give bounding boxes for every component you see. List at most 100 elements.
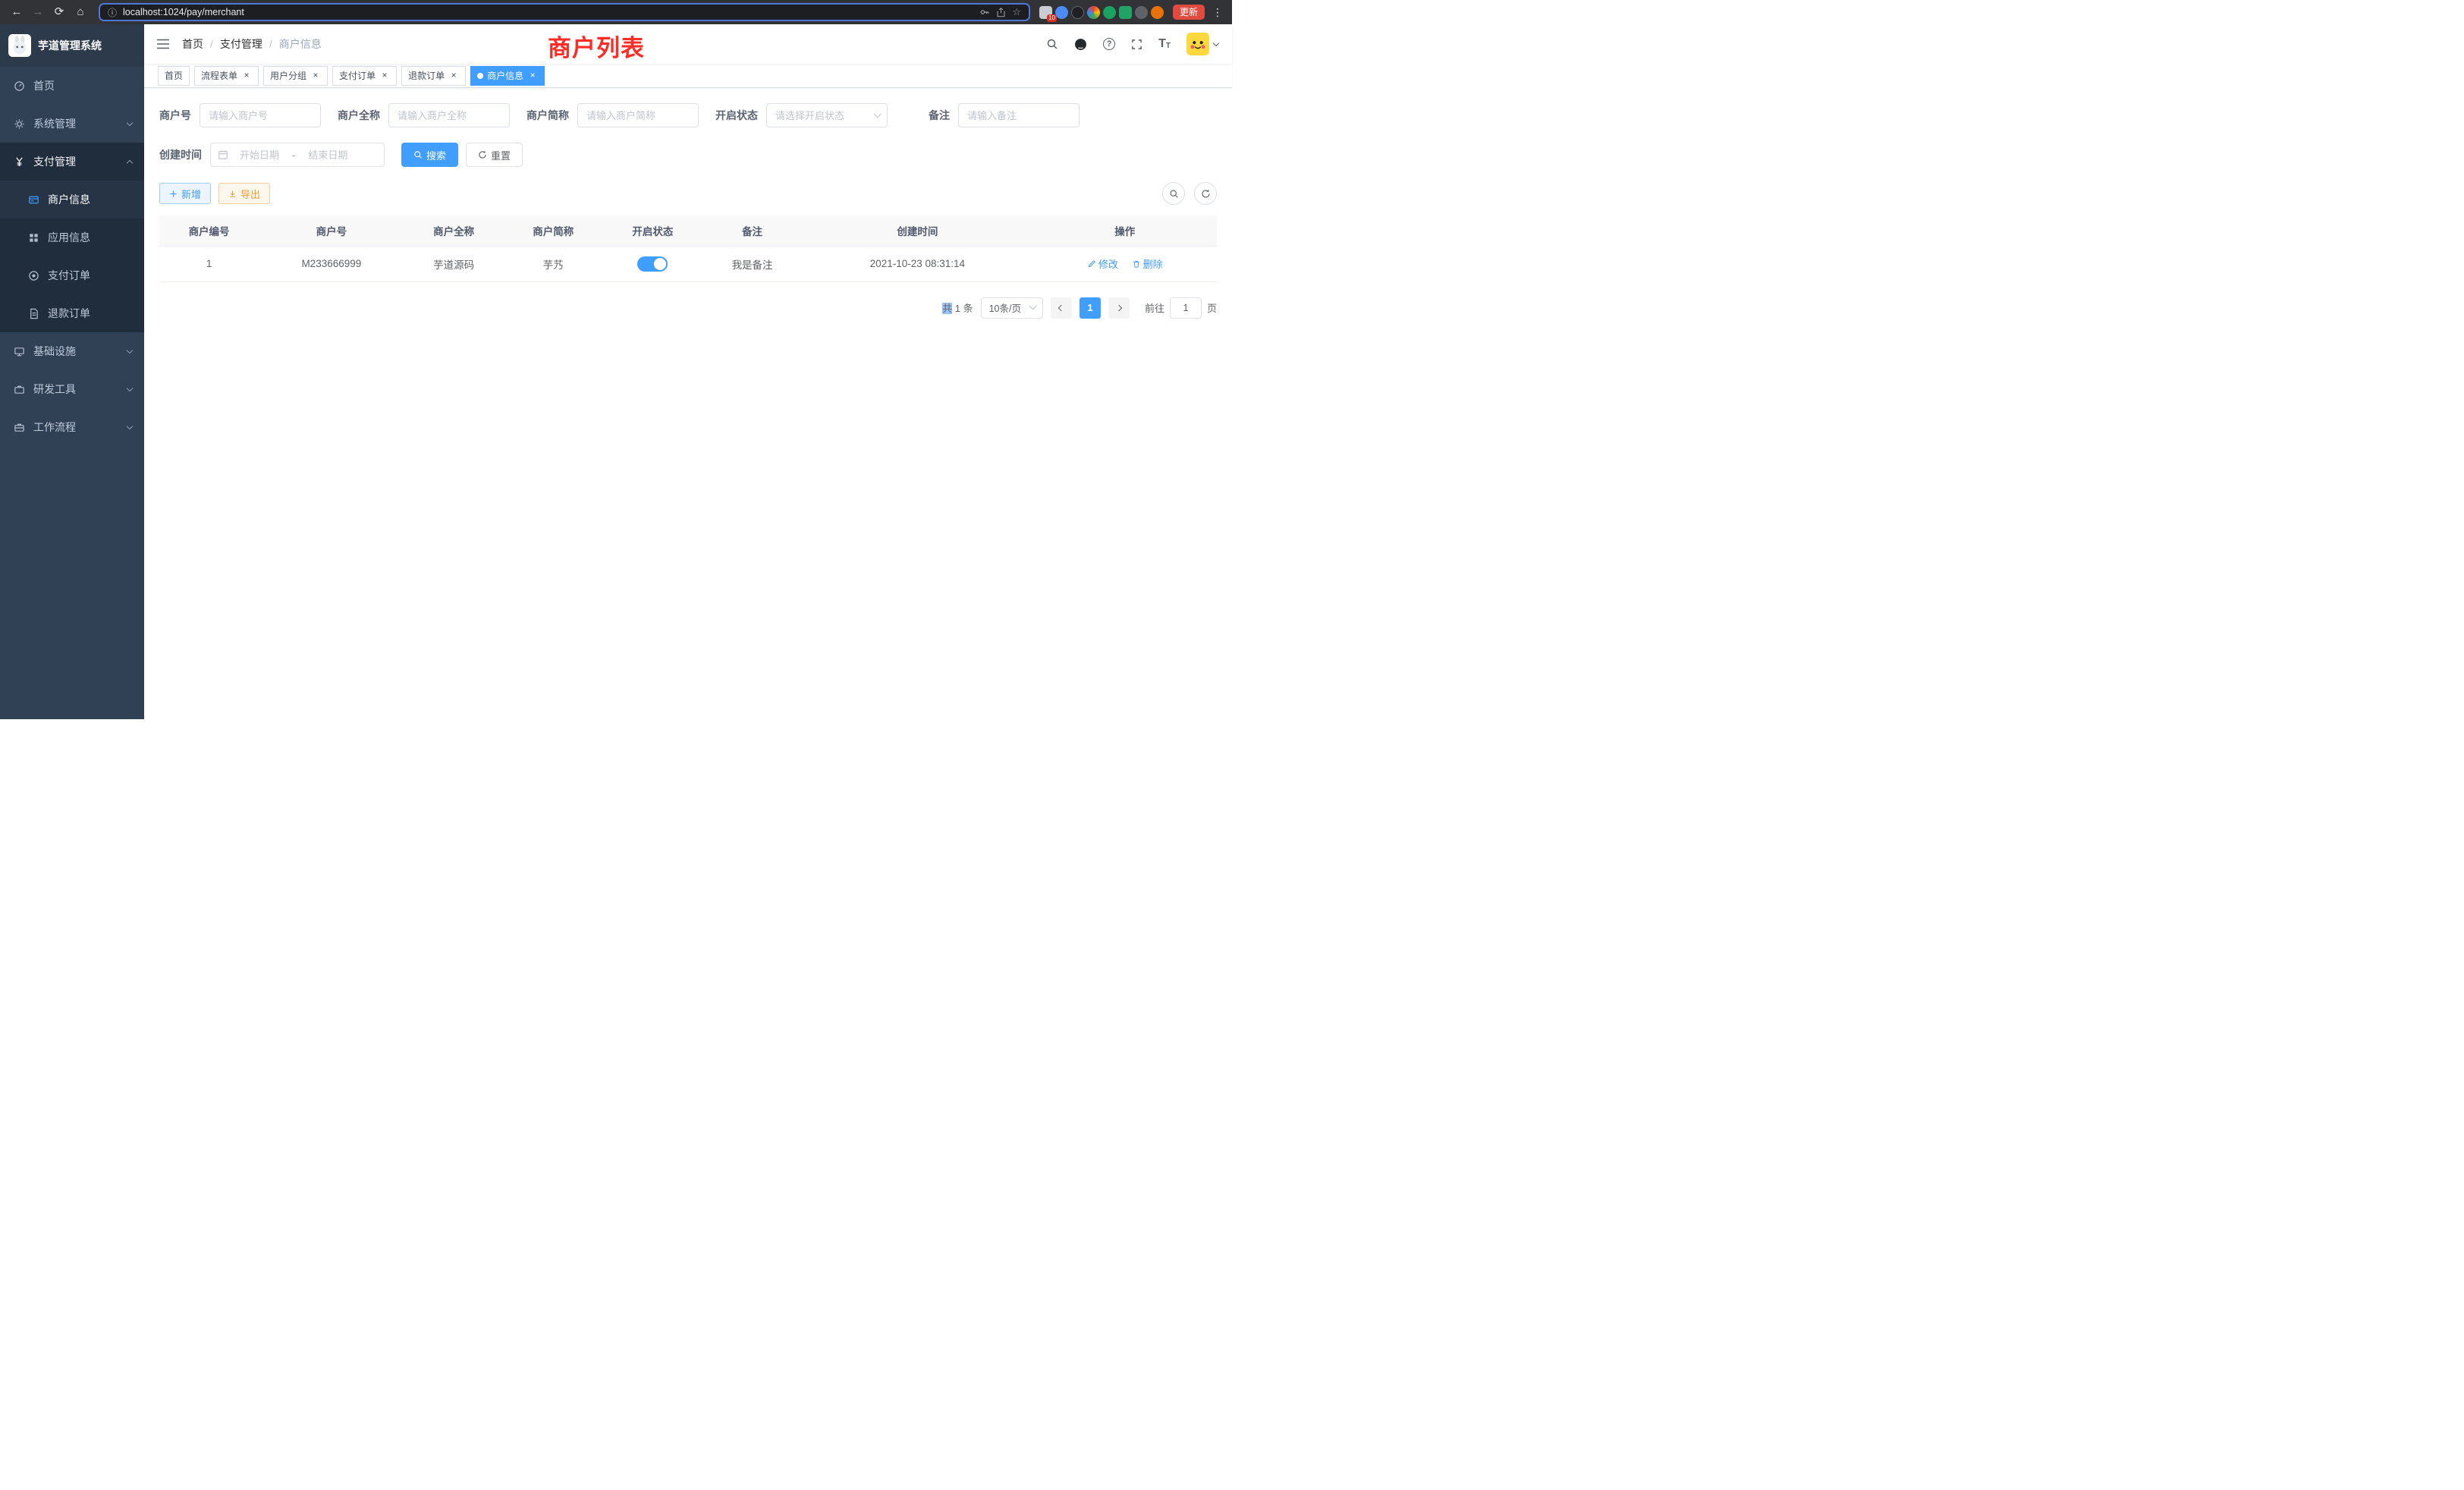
back-icon[interactable]: ← [8,3,26,21]
sidebar-item-workflow[interactable]: 工作流程 [0,408,144,446]
delete-link[interactable]: 删除 [1132,256,1163,271]
site-info-icon[interactable]: ⓘ [108,6,117,19]
sidebar-subitem-refund-order[interactable]: 退款订单 [0,294,144,332]
remark-input[interactable] [958,103,1080,127]
logo-image [8,34,31,57]
sidebar-item-dev-tools[interactable]: 研发工具 [0,370,144,408]
sidebar-subitem-pay-order[interactable]: 支付订单 [0,256,144,294]
cell-full-name: 芋道源码 [404,246,504,281]
date-separator: - [291,149,297,161]
home-icon[interactable]: ⌂ [71,3,90,21]
workflow-icon [13,422,26,433]
close-icon[interactable]: × [448,71,459,81]
tab-pay-order[interactable]: 支付订单 × [332,66,397,86]
dashboard-icon [13,80,26,92]
sidebar-item-payment-mgmt[interactable]: 支付管理 [0,143,144,181]
goto-page-input[interactable] [1170,297,1202,319]
next-page-button[interactable] [1108,297,1130,319]
forward-icon[interactable]: → [29,3,47,21]
github-icon[interactable] [1074,38,1087,51]
search-icon[interactable] [1046,38,1058,50]
bookmark-star-icon[interactable]: ☆ [1012,6,1021,18]
help-icon[interactable]: ? [1103,38,1115,50]
sidebar-subitem-app-info[interactable]: 应用信息 [0,218,144,256]
toggle-search-icon[interactable] [1162,182,1185,205]
tab-user-group[interactable]: 用户分组 × [263,66,328,86]
col-remark: 备注 [702,215,802,246]
status-field: 开启状态 [715,103,888,127]
tab-refund-order[interactable]: 退款订单 × [401,66,466,86]
tab-home[interactable]: 首页 [158,66,190,86]
breadcrumb-payment[interactable]: 支付管理 [220,36,262,52]
browser-update-button[interactable]: 更新 [1173,5,1205,20]
extension-icon-colorful[interactable] [1087,6,1100,19]
col-actions: 操作 [1033,215,1217,246]
field-label: 创建时间 [159,147,202,162]
start-date-input[interactable] [231,149,288,161]
reset-button[interactable]: 重置 [466,143,523,167]
status-toggle[interactable] [637,256,668,272]
font-size-icon[interactable]: TT [1158,38,1171,50]
field-label: 商户简称 [526,108,569,123]
extension-icon-notes[interactable] [1119,6,1132,19]
browser-menu-icon[interactable]: ⋮ [1212,6,1223,19]
search-button[interactable]: 搜索 [401,143,458,167]
url-bar[interactable]: ⓘ localhost:1024/pay/merchant ☆ [99,3,1030,21]
sidebar-item-system-mgmt[interactable]: 系统管理 [0,105,144,143]
merchant-card-icon [27,194,40,206]
refresh-table-icon[interactable] [1194,182,1217,205]
extension-icon-badge[interactable]: 10 [1039,6,1052,19]
page-number-button[interactable]: 1 [1080,297,1101,319]
tab-flow-form[interactable]: 流程表单 × [194,66,259,86]
tab-merchant-info[interactable]: 商户信息 × [470,66,545,86]
breadcrumb-home[interactable]: 首页 [182,36,203,52]
sidebar: 芋道管理系统 首页 系统管理 [0,24,144,719]
chevron-down-icon [1029,303,1037,310]
edit-link[interactable]: 修改 [1087,256,1118,271]
short-name-field: 商户简称 [526,103,699,127]
col-short-name: 商户简称 [504,215,603,246]
sidebar-item-home[interactable]: 首页 [0,67,144,105]
table-toolbar: 新增 导出 [159,182,1217,205]
extension-icon-blue[interactable] [1055,6,1068,19]
sidebar-item-infrastructure[interactable]: 基础设施 [0,332,144,370]
full-name-input[interactable] [388,103,510,127]
close-icon[interactable]: × [527,71,538,81]
tab-label: 退款订单 [408,69,445,82]
annotation-title: 商户列表 [548,29,645,63]
merchant-no-input[interactable] [200,103,321,127]
password-key-icon[interactable] [979,7,990,17]
hamburger-icon[interactable] [144,24,182,64]
add-button[interactable]: 新增 [159,183,211,204]
sidebar-subitem-merchant-info[interactable]: 商户信息 [0,181,144,218]
prev-page-button[interactable] [1051,297,1072,319]
close-icon[interactable]: × [310,71,321,81]
close-icon[interactable]: × [241,71,252,81]
reload-icon[interactable]: ⟳ [50,3,68,21]
page-content: 商户号 商户全称 商户简称 开启状态 [144,88,1232,719]
app-logo[interactable]: 芋道管理系统 [0,24,144,67]
sidebar-menu: 首页 系统管理 支付管理 [0,67,144,446]
end-date-input[interactable] [300,149,356,161]
user-avatar[interactable] [1186,33,1218,55]
field-label: 商户号 [159,108,191,123]
pay-order-icon [27,270,40,281]
url-text: localhost:1024/pay/merchant [123,7,973,17]
pagination: 共 1 条 10条/页 1 前往 页 [159,297,1217,319]
app-grid-icon [27,232,40,244]
browser-profile-avatar[interactable] [1151,6,1164,19]
fullscreen-icon[interactable] [1131,39,1142,50]
sidebar-group-payment: 支付管理 商户信息 应用信息 [0,143,144,332]
breadcrumb-separator: / [269,38,272,50]
page-size-select[interactable]: 10条/页 [981,297,1043,319]
status-select[interactable] [766,103,888,127]
extension-icon-green[interactable] [1103,6,1116,19]
date-range-picker[interactable]: - [210,143,385,167]
close-icon[interactable]: × [379,71,390,81]
edit-link-label: 修改 [1098,256,1118,271]
export-button[interactable]: 导出 [218,183,270,204]
extension-icon-pin[interactable] [1135,6,1148,19]
short-name-input[interactable] [577,103,699,127]
share-icon[interactable] [996,8,1006,17]
extension-icon-dark[interactable] [1071,6,1084,19]
